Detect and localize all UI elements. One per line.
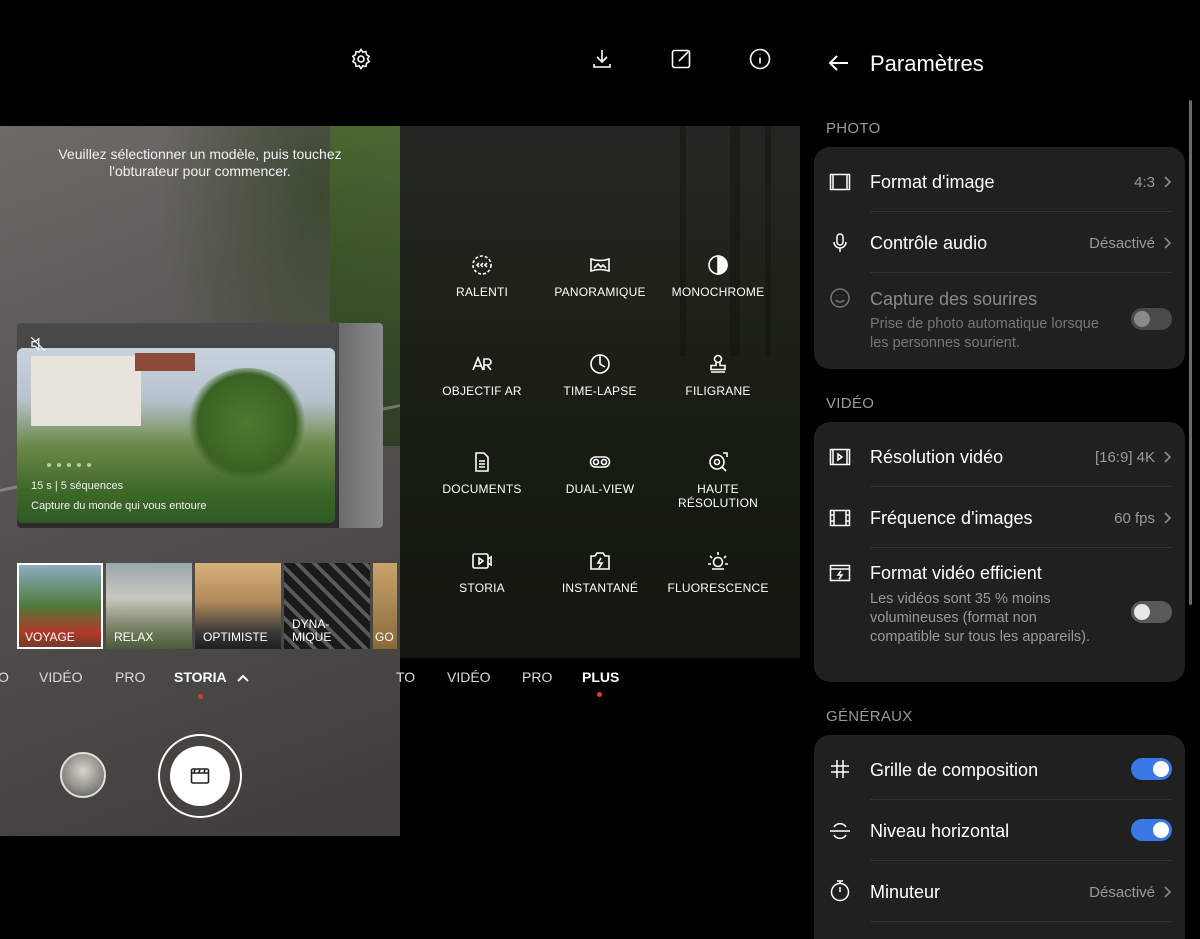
gallery-thumbnail[interactable] xyxy=(60,752,106,798)
preview-caption: Capture du monde qui vous entoure xyxy=(31,500,207,512)
mode-bar: O VIDÉO PRO STORIA xyxy=(0,669,400,699)
storia-instruction: Veuillez sélectionner un modèle, puis to… xyxy=(58,146,342,179)
documents-icon xyxy=(469,450,495,476)
grid-icon xyxy=(828,757,852,781)
aspect-ratio-icon xyxy=(828,170,852,194)
mode-photo[interactable]: O xyxy=(0,669,9,685)
storia-icon xyxy=(469,549,495,575)
info-icon[interactable] xyxy=(746,45,774,73)
chevron-right-icon xyxy=(1162,175,1172,189)
slow-motion-icon xyxy=(469,253,495,279)
preview-video xyxy=(17,348,335,523)
time-lapse-icon xyxy=(587,352,613,378)
microphone-icon xyxy=(828,231,852,255)
monochrome-icon xyxy=(705,253,731,279)
download-icon[interactable] xyxy=(588,45,616,73)
row-frequence-images[interactable]: Fréquence d'images 60 fps xyxy=(814,486,1185,547)
mode-bar-plus: TO VIDÉO PRO PLUS xyxy=(396,669,800,699)
section-video: VIDÉO xyxy=(826,395,875,412)
level-icon xyxy=(828,819,852,843)
video-settings-card: Résolution vidéo [16:9] 4K Fréquence d'i… xyxy=(814,422,1185,682)
chevron-right-icon xyxy=(1162,885,1172,899)
mode-pro[interactable]: PRO xyxy=(522,669,552,685)
preview-page-dots xyxy=(47,463,91,467)
mode-grid: RALENTI PANORAMIQUE MONOCHROME OBJECTIF … xyxy=(400,126,800,658)
chevron-right-icon xyxy=(1162,450,1172,464)
chevron-right-icon xyxy=(1162,236,1172,250)
mode-panoramique[interactable]: PANORAMIQUE xyxy=(541,253,659,299)
level-toggle[interactable] xyxy=(1131,819,1172,841)
mute-icon[interactable] xyxy=(29,335,47,353)
active-mode-dot xyxy=(198,694,203,699)
template-go[interactable]: GO xyxy=(373,563,397,649)
mode-ralenti[interactable]: RALENTI xyxy=(423,253,541,299)
scrollbar[interactable] xyxy=(1189,100,1192,605)
plus-modes-screen: RALENTI PANORAMIQUE MONOCHROME OBJECTIF … xyxy=(400,126,800,658)
row-grille-composition[interactable]: Grille de composition xyxy=(814,735,1185,799)
grid-toggle[interactable] xyxy=(1131,758,1172,780)
section-general: GÉNÉRAUX xyxy=(826,708,913,725)
edit-icon[interactable] xyxy=(667,45,695,73)
high-resolution-icon xyxy=(705,450,731,476)
general-settings-card: Grille de composition Niveau horizontal … xyxy=(814,735,1185,939)
dual-view-icon xyxy=(587,450,613,476)
mode-video[interactable]: VIDÉO xyxy=(447,669,491,685)
mode-photo[interactable]: TO xyxy=(396,669,415,685)
row-niveau-horizontal[interactable]: Niveau horizontal xyxy=(814,799,1185,860)
mode-pro[interactable]: PRO xyxy=(115,669,145,685)
instant-icon xyxy=(587,549,613,575)
back-arrow-icon[interactable] xyxy=(826,50,852,76)
video-resolution-icon xyxy=(828,445,852,469)
row-capture-sourires: Capture des sourires Prise de photo auto… xyxy=(814,272,1185,369)
section-photo: PHOTO xyxy=(826,120,881,137)
storia-clapper-icon xyxy=(190,768,210,784)
mode-instantane[interactable]: INSTANTANÉ xyxy=(541,549,659,595)
watermark-icon xyxy=(705,352,731,378)
ar-lens-icon xyxy=(469,352,495,378)
mode-dual-view[interactable]: DUAL-VIEW xyxy=(541,450,659,496)
settings-title: Paramètres xyxy=(870,51,984,76)
fluorescence-icon xyxy=(705,549,731,575)
row-format-image[interactable]: Format d'image 4:3 xyxy=(814,147,1185,211)
template-dynamique[interactable]: DYNA- MIQUE xyxy=(284,563,370,649)
shutter-button[interactable] xyxy=(158,734,242,818)
template-strip: VOYAGE RELAX OPTIMISTE DYNA- MIQUE GO xyxy=(17,563,397,649)
timer-icon xyxy=(828,879,852,903)
mode-plus[interactable]: PLUS xyxy=(582,669,619,685)
row-minuteur[interactable]: Minuteur Désactivé xyxy=(814,860,1185,921)
smile-icon xyxy=(828,286,852,310)
mode-monochrome[interactable]: MONOCHROME xyxy=(659,253,777,299)
chevron-up-icon[interactable] xyxy=(236,671,250,685)
mode-filigrane[interactable]: FILIGRANE xyxy=(659,352,777,398)
mode-documents[interactable]: DOCUMENTS xyxy=(423,450,541,496)
mode-time-lapse[interactable]: TIME-LAPSE xyxy=(541,352,659,398)
settings-panel: Paramètres PHOTO Format d'image 4:3 Cont… xyxy=(800,0,1200,939)
mode-video[interactable]: VIDÉO xyxy=(39,669,83,685)
film-strip-icon xyxy=(828,506,852,530)
row-resolution-video[interactable]: Résolution vidéo [16:9] 4K xyxy=(814,422,1185,486)
photo-settings-card: Format d'image 4:3 Contrôle audio Désact… xyxy=(814,147,1185,369)
template-optimiste[interactable]: OPTIMISTE xyxy=(195,563,281,649)
mode-haute-resolution[interactable]: HAUTE RÉSOLUTION xyxy=(659,450,777,510)
smile-capture-toggle xyxy=(1131,308,1172,330)
mode-storia[interactable]: STORIA xyxy=(174,669,227,685)
mode-objectif-ar[interactable]: OBJECTIF AR xyxy=(423,352,541,398)
storia-viewfinder: Veuillez sélectionner un modèle, puis to… xyxy=(0,126,400,836)
active-mode-dot xyxy=(597,692,602,697)
panorama-icon xyxy=(587,253,613,279)
row-controle-audio[interactable]: Contrôle audio Désactivé xyxy=(814,211,1185,272)
template-voyage[interactable]: VOYAGE xyxy=(17,563,103,649)
template-preview[interactable]: 15 s | 5 séquences Capture du monde qui … xyxy=(17,323,383,528)
row-format-video-efficient[interactable]: Format vidéo efficient Les vidéos sont 3… xyxy=(814,547,1185,682)
preview-duration: 15 s | 5 séquences xyxy=(31,480,124,492)
efficient-format-icon xyxy=(828,561,852,585)
template-relax[interactable]: RELAX xyxy=(106,563,192,649)
settings-gear-icon[interactable] xyxy=(347,45,375,73)
chevron-right-icon xyxy=(1162,511,1172,525)
mode-storia[interactable]: STORIA xyxy=(423,549,541,595)
mode-fluorescence[interactable]: FLUORESCENCE xyxy=(659,549,777,595)
efficient-format-toggle[interactable] xyxy=(1131,601,1172,623)
